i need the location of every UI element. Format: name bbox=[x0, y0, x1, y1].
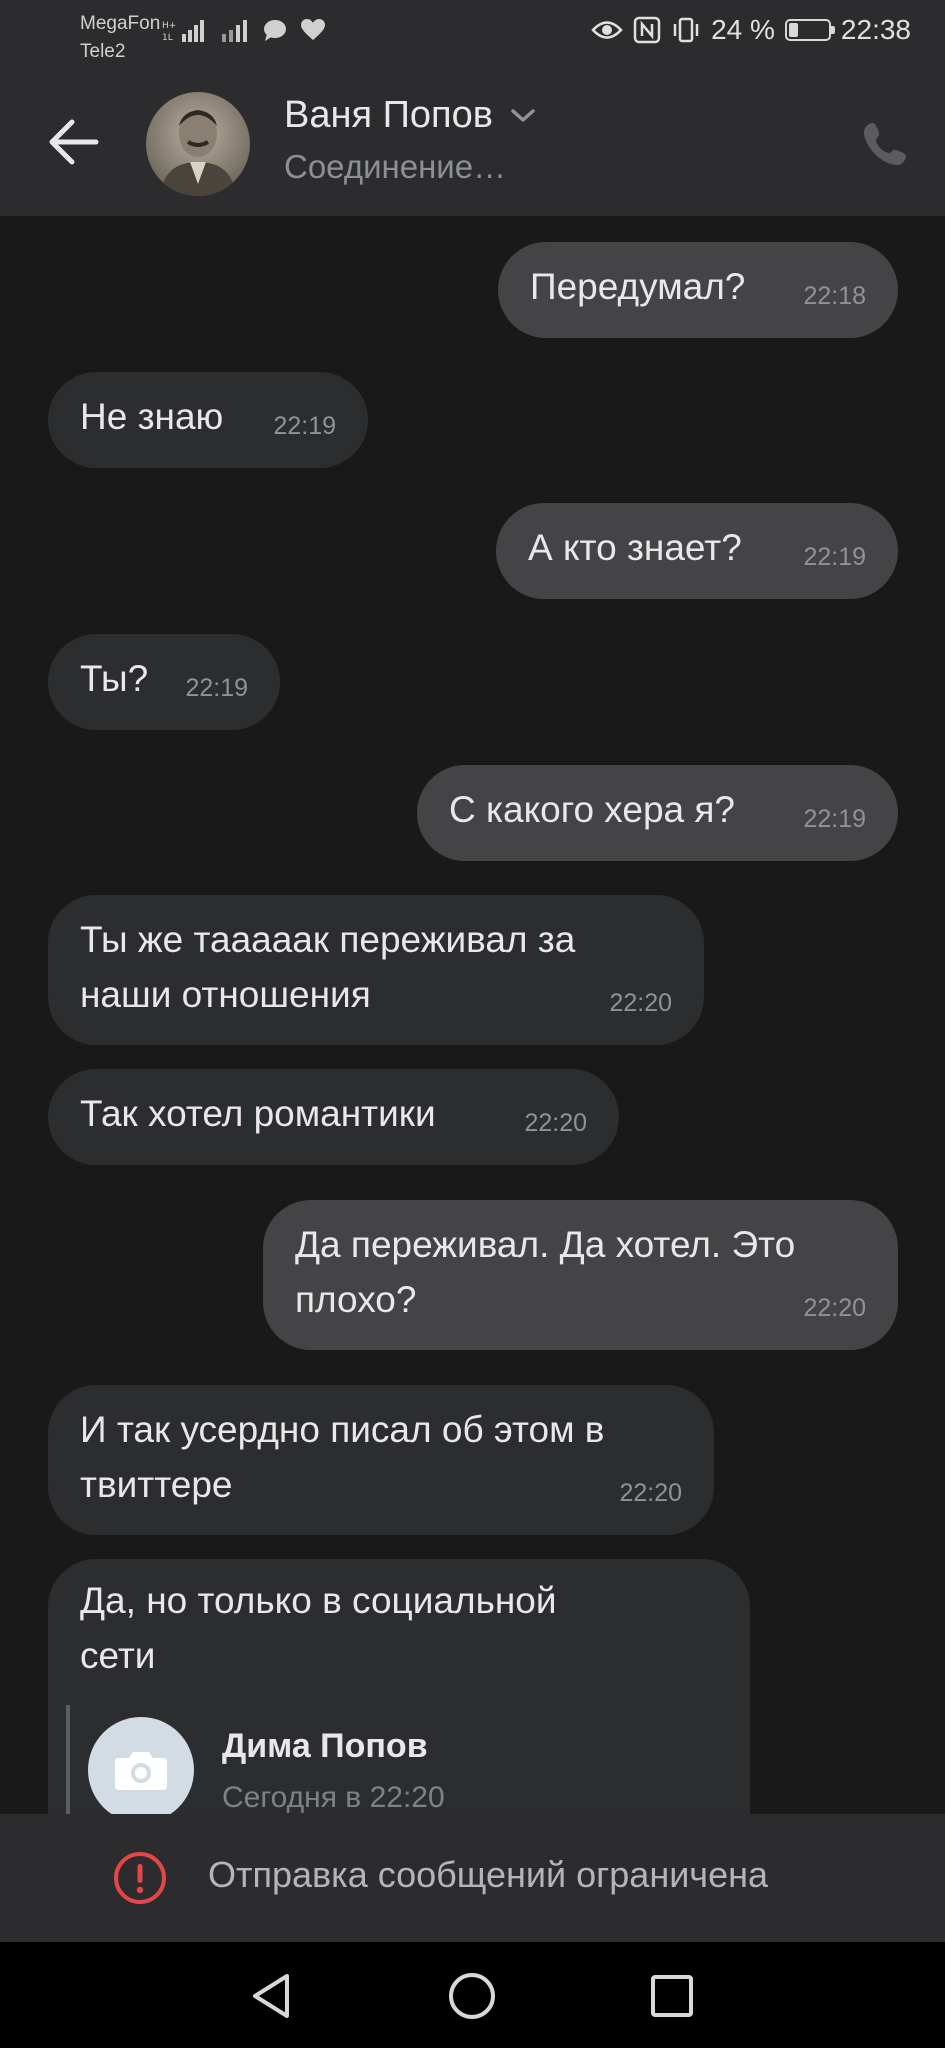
attachment-avatar[interactable] bbox=[88, 1717, 194, 1814]
chat-header: Ваня Попов Соединение… bbox=[0, 72, 945, 216]
chat-title[interactable]: Ваня Попов bbox=[284, 94, 537, 137]
message-line: твиттере bbox=[80, 1464, 233, 1505]
phone-icon[interactable] bbox=[859, 118, 911, 170]
message-time: 22:20 bbox=[524, 1109, 587, 1137]
message-time: 22:20 bbox=[803, 1294, 866, 1322]
message-text: Передумал? bbox=[530, 266, 746, 307]
carrier-2: Tele2 bbox=[80, 41, 126, 62]
message-bubble[interactable]: Ты же тааааак переживал за наши отношени… bbox=[48, 895, 704, 1045]
message-text: С какого хера я? bbox=[449, 789, 736, 830]
battery-percent: 24 % bbox=[711, 14, 775, 45]
message-line: Да переживал. Да хотел. Это bbox=[295, 1224, 796, 1265]
message-time: 22:19 bbox=[803, 805, 866, 833]
message-text: Так хотел романтики bbox=[80, 1093, 436, 1134]
battery-fill bbox=[788, 23, 798, 37]
message-line: Да, но только в социальной bbox=[80, 1580, 557, 1621]
contact-name: Ваня Попов bbox=[284, 94, 493, 136]
heart-icon bbox=[301, 19, 325, 40]
message-line: сети bbox=[80, 1635, 156, 1676]
message-bubble[interactable]: Да переживал. Да хотел. Это плохо? 22:20 bbox=[263, 1200, 898, 1350]
carrier-labels: MegaFon Tele2 bbox=[80, 10, 160, 66]
clock: 22:38 bbox=[840, 14, 911, 45]
message-bubble[interactable]: С какого хера я? 22:19 bbox=[417, 765, 898, 861]
back-arrow-icon[interactable] bbox=[44, 112, 104, 172]
system-nav-bar bbox=[0, 1942, 945, 2048]
status-icons: H+ 1L bbox=[162, 18, 326, 42]
message-text: И так усердно писал об этом в твиттере bbox=[80, 1402, 604, 1512]
vibrate-icon bbox=[673, 17, 699, 43]
message-with-attachment[interactable]: Да, но только в социальной сети Дима Поп… bbox=[48, 1559, 750, 1814]
message-line: наши отношения bbox=[80, 974, 371, 1015]
status-right: 24 % 22:38 bbox=[591, 14, 911, 46]
message-restriction-bar: Отправка сообщений ограничена bbox=[0, 1814, 945, 1942]
message-bubble[interactable]: И так усердно писал об этом в твиттере 2… bbox=[48, 1385, 714, 1535]
message-time: 22:19 bbox=[273, 412, 336, 440]
alert-circle-icon bbox=[114, 1852, 166, 1904]
attachment-date: Сегодня в 22:20 bbox=[222, 1781, 445, 1814]
message-bubble[interactable]: А кто знает? 22:19 bbox=[496, 503, 898, 599]
message-list[interactable]: Передумал? 22:18 Не знаю 22:19 А кто зна… bbox=[0, 216, 945, 1814]
message-text: Не знаю bbox=[80, 396, 224, 437]
carrier-1: MegaFon bbox=[80, 13, 161, 34]
signal-2-icon bbox=[222, 20, 247, 42]
nav-back-icon[interactable] bbox=[243, 1968, 299, 2024]
attachment-divider bbox=[66, 1705, 70, 1814]
message-line: Ты же тааааак переживал за bbox=[80, 919, 576, 960]
message-text: Да, но только в социальной сети bbox=[80, 1573, 557, 1683]
message-bubble[interactable]: Не знаю 22:19 bbox=[48, 372, 368, 468]
restriction-text: Отправка сообщений ограничена bbox=[208, 1854, 768, 1895]
message-line: плохо? bbox=[295, 1279, 417, 1320]
nav-recents-icon[interactable] bbox=[644, 1968, 700, 2024]
nfc-icon bbox=[633, 16, 661, 44]
attachment-author[interactable]: Дима Попов bbox=[222, 1727, 428, 1766]
message-time: 22:19 bbox=[803, 543, 866, 571]
message-text: А кто знает? bbox=[528, 527, 742, 568]
status-bar: MegaFon Tele2 H+ 1L 24 % 22:38 bbox=[0, 0, 945, 72]
message-text: Ты? bbox=[80, 658, 149, 699]
message-time: 22:19 bbox=[185, 674, 248, 702]
message-text: Да переживал. Да хотел. Это плохо? bbox=[295, 1217, 795, 1327]
message-bubble[interactable]: Ты? 22:19 bbox=[48, 634, 280, 730]
signal-1-icon: H+ 1L bbox=[162, 20, 204, 42]
message-text: Ты же тааааак переживал за наши отношени… bbox=[80, 912, 575, 1022]
message-bubble[interactable]: Передумал? 22:18 bbox=[498, 242, 898, 338]
chat-bubble-icon bbox=[264, 20, 286, 41]
message-time: 22:20 bbox=[609, 989, 672, 1017]
avatar[interactable] bbox=[146, 92, 250, 196]
battery-icon bbox=[784, 19, 835, 41]
message-time: 22:18 bbox=[803, 282, 866, 310]
connection-status: Соединение… bbox=[284, 148, 507, 185]
eye-icon bbox=[591, 21, 623, 39]
message-bubble[interactable]: Так хотел романтики 22:20 bbox=[48, 1069, 619, 1165]
svg-text:H+: H+ bbox=[162, 21, 176, 31]
camera-icon bbox=[115, 1752, 167, 1790]
message-time: 22:20 bbox=[619, 1479, 682, 1507]
svg-text:1L: 1L bbox=[162, 33, 173, 42]
nav-home-icon[interactable] bbox=[444, 1968, 500, 2024]
message-line: И так усердно писал об этом в bbox=[80, 1409, 605, 1450]
chevron-down-icon[interactable] bbox=[509, 107, 537, 125]
